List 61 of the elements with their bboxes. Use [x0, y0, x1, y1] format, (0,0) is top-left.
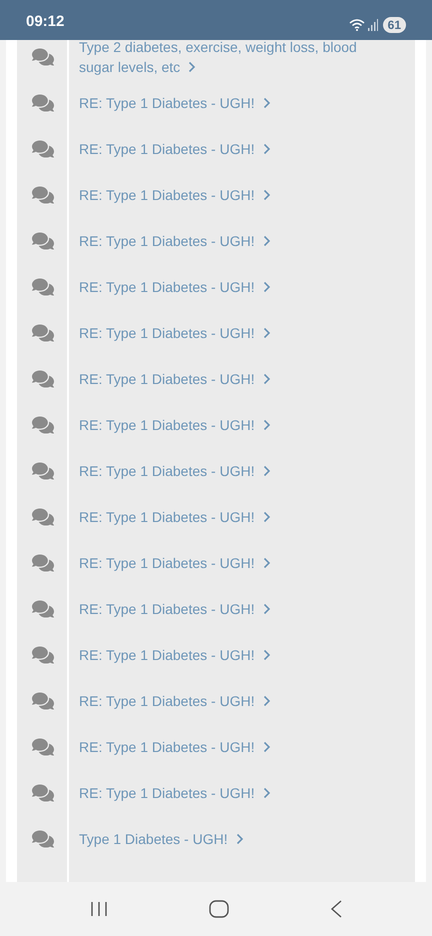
home-icon[interactable] [208, 900, 229, 918]
thread-link[interactable]: Type 2 diabetes, exercise, weight loss, blood sugar levels, etc [69, 40, 415, 77]
chevron-right-icon [236, 833, 244, 845]
comments-icon [32, 92, 54, 114]
chevron-right-icon [262, 189, 271, 201]
chevron-right-icon [262, 557, 271, 569]
comments-icon [32, 598, 54, 620]
comments-icon [32, 230, 54, 252]
comments-icon [32, 138, 54, 160]
thread-link[interactable]: RE: Type 1 Diabetes - UGH! [69, 139, 291, 159]
clock: 09:12 [26, 12, 64, 32]
chevron-right-icon [262, 373, 271, 385]
thread-link[interactable]: Type 1 Diabetes - UGH! [69, 829, 264, 849]
comments-icon [32, 690, 54, 712]
comments-icon [32, 644, 54, 666]
signal-icon [368, 19, 378, 31]
chevron-right-icon [262, 511, 271, 523]
chevron-right-icon [262, 465, 271, 477]
thread-link[interactable]: RE: Type 1 Diabetes - UGH! [69, 599, 291, 619]
comments-icon [32, 184, 54, 206]
chevron-right-icon [262, 603, 271, 615]
thread-link[interactable]: RE: Type 1 Diabetes - UGH! [69, 231, 291, 251]
thread-link[interactable]: RE: Type 1 Diabetes - UGH! [69, 507, 291, 527]
thread-link[interactable]: RE: Type 1 Diabetes - UGH! [69, 645, 291, 665]
thread-link[interactable]: RE: Type 1 Diabetes - UGH! [69, 783, 291, 803]
chevron-right-icon [262, 695, 271, 707]
thread-link[interactable]: RE: Type 1 Diabetes - UGH! [69, 691, 291, 711]
battery-badge: 61 [382, 17, 406, 33]
chevron-right-icon [262, 419, 271, 431]
thread-link[interactable]: RE: Type 1 Diabetes - UGH! [69, 323, 291, 343]
recent-apps-icon[interactable] [90, 901, 108, 917]
chevron-right-icon [188, 61, 196, 73]
chevron-right-icon [262, 787, 271, 799]
thread-link[interactable]: RE: Type 1 Diabetes - UGH! [69, 185, 291, 205]
chevron-right-icon [262, 143, 271, 155]
comments-icon [32, 736, 54, 758]
comments-icon [32, 368, 54, 390]
comments-icon [32, 828, 54, 850]
comments-icon [32, 276, 54, 298]
comments-icon [32, 460, 54, 482]
wifi-icon [348, 19, 365, 31]
thread-link[interactable]: RE: Type 1 Diabetes - UGH! [69, 737, 291, 757]
thread-link[interactable]: RE: Type 1 Diabetes - UGH! [69, 369, 291, 389]
comments-icon [32, 506, 54, 528]
chevron-right-icon [262, 97, 271, 109]
chevron-right-icon [262, 649, 271, 661]
comments-icon [32, 552, 54, 574]
thread-link[interactable]: RE: Type 1 Diabetes - UGH! [69, 553, 291, 573]
comments-icon [32, 322, 54, 344]
thread-link[interactable]: RE: Type 1 Diabetes - UGH! [69, 277, 291, 297]
chevron-right-icon [262, 327, 271, 339]
thread-link[interactable]: RE: Type 1 Diabetes - UGH! [69, 415, 291, 435]
thread-link[interactable]: RE: Type 1 Diabetes - UGH! [69, 461, 291, 481]
chevron-right-icon [262, 741, 271, 753]
comments-icon [32, 414, 54, 436]
back-icon[interactable] [330, 900, 342, 918]
chevron-right-icon [262, 235, 271, 247]
thread-link[interactable]: RE: Type 1 Diabetes - UGH! [69, 93, 291, 113]
chevron-right-icon [262, 281, 271, 293]
comments-icon [32, 782, 54, 804]
comments-icon [32, 46, 54, 68]
